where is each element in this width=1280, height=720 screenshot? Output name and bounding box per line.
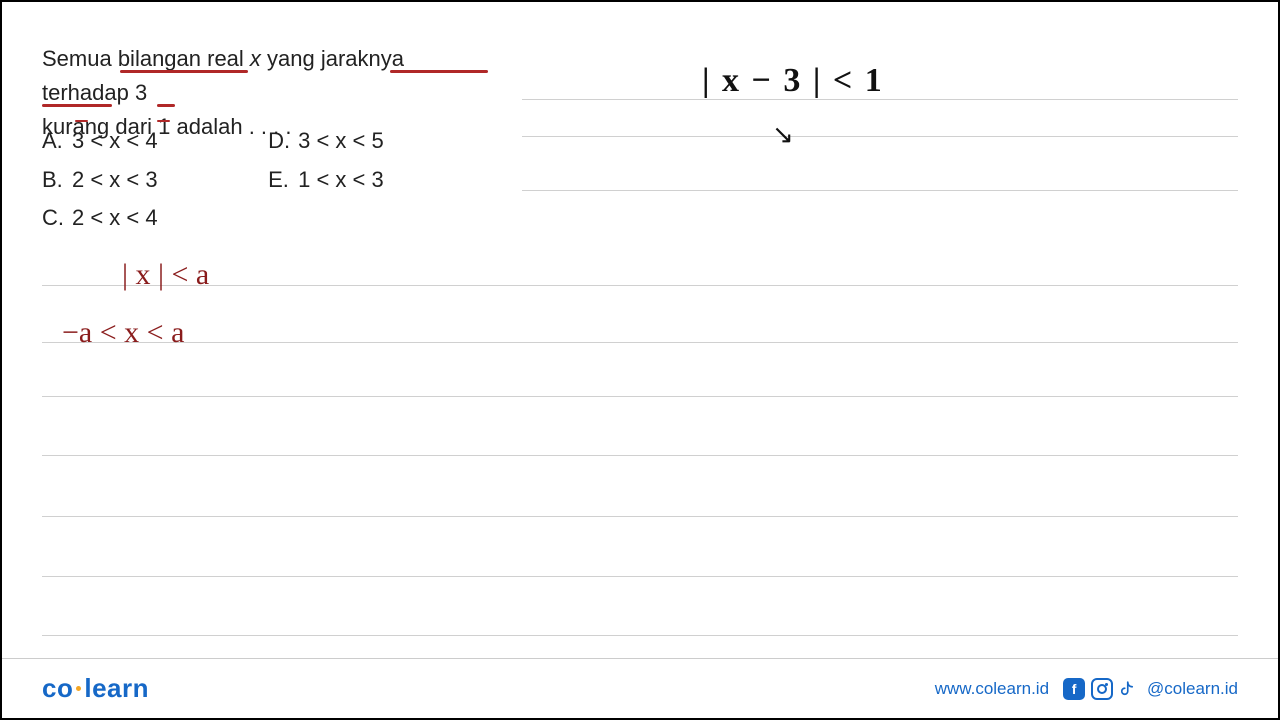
tiktok-icon [1119, 678, 1141, 700]
option-e: E.1 < x < 3 [268, 161, 384, 200]
underline-1 [157, 104, 175, 107]
social-icons: f @colearn.id [1063, 678, 1238, 700]
logo-dot-icon [76, 686, 81, 691]
option-c: C.2 < x < 4 [42, 199, 262, 238]
footer-url: www.colearn.id [935, 679, 1049, 699]
question-line1a: Semua bilangan real [42, 46, 250, 71]
handwrite-top-right: | x − 3 | < 1 [702, 62, 884, 100]
underline-4-option [157, 120, 170, 122]
option-d: D.3 < x < 5 [268, 122, 384, 161]
facebook-icon: f [1063, 678, 1085, 700]
logo: colearn [42, 673, 149, 704]
question-variable-x: x [250, 46, 261, 71]
logo-learn: learn [84, 673, 149, 703]
option-b: B.2 < x < 3 [42, 161, 262, 200]
handwrite-rule1: | x | < a [122, 258, 209, 292]
footer-bar: colearn www.colearn.id f @colearn.id [2, 658, 1278, 718]
underline-kurang-dari [42, 104, 112, 107]
logo-co: co [42, 673, 73, 703]
handwrite-rule2: −a < x < a [62, 316, 184, 350]
answer-options: A.3 < x < 4 B.2 < x < 3 C.2 < x < 4 D.3 … [42, 122, 384, 238]
underline-bilangan-real [120, 70, 248, 73]
social-handle: @colearn.id [1147, 679, 1238, 699]
underline-3-option [75, 120, 88, 122]
instagram-icon [1091, 678, 1113, 700]
handwrite-tick: ↘ [772, 120, 794, 150]
option-a: A.3 < x < 4 [42, 122, 262, 161]
underline-terhadap-3 [390, 70, 488, 73]
